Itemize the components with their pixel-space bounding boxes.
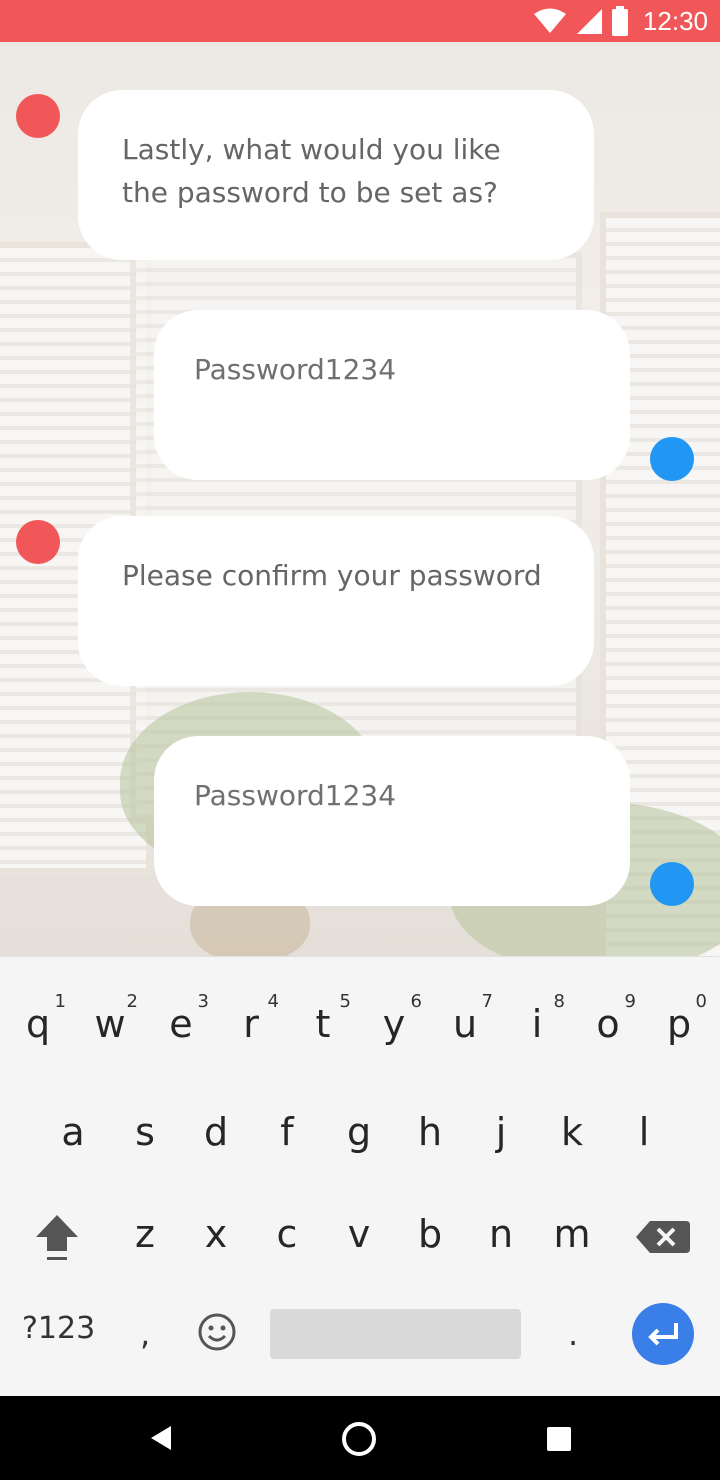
key-n[interactable]: n: [465, 1211, 537, 1301]
key-q[interactable]: 1q: [2, 957, 74, 1047]
shift-key[interactable]: [22, 1205, 92, 1275]
status-bar: 12:30: [0, 0, 720, 42]
emoji-icon: [198, 1313, 236, 1351]
emoji-key[interactable]: [196, 1311, 238, 1353]
key-g[interactable]: g: [323, 1109, 395, 1199]
key-i[interactable]: 8i: [501, 957, 573, 1047]
user-message: Password1234: [154, 310, 630, 480]
space-key[interactable]: [270, 1309, 521, 1359]
key-c[interactable]: c: [251, 1211, 323, 1301]
key-f[interactable]: f: [251, 1109, 323, 1199]
key-o[interactable]: 9o: [572, 957, 644, 1047]
key-j[interactable]: j: [465, 1109, 537, 1199]
bot-message: Please confirm your password: [78, 516, 594, 686]
enter-icon: [648, 1323, 678, 1346]
key-h[interactable]: h: [394, 1109, 466, 1199]
user-avatar-dot: [650, 862, 694, 906]
soft-keyboard: 1q 2w 3e 4r 5t 6y 7u 8i 9o 0p a s d f g …: [0, 956, 720, 1397]
key-r[interactable]: 4r: [215, 957, 287, 1047]
period-key[interactable]: .: [568, 1315, 578, 1353]
symbols-key[interactable]: ?123: [22, 1311, 95, 1346]
key-l[interactable]: l: [608, 1109, 680, 1199]
user-avatar-dot: [650, 437, 694, 481]
key-k[interactable]: k: [536, 1109, 608, 1199]
key-z[interactable]: z: [109, 1211, 181, 1301]
key-p[interactable]: 0p: [643, 957, 715, 1047]
key-a[interactable]: a: [37, 1109, 109, 1199]
user-message: Password1234: [154, 736, 630, 906]
key-w[interactable]: 2w: [74, 957, 146, 1047]
key-y[interactable]: 6y: [358, 957, 430, 1047]
bot-message: Lastly, what would you like the password…: [78, 90, 594, 260]
key-u[interactable]: 7u: [429, 957, 501, 1047]
back-icon[interactable]: [145, 1422, 177, 1454]
comma-key[interactable]: ,: [140, 1315, 150, 1353]
enter-key[interactable]: [632, 1303, 694, 1365]
key-v[interactable]: v: [323, 1211, 395, 1301]
status-icons: 12:30: [533, 0, 708, 42]
key-m[interactable]: m: [536, 1211, 608, 1301]
bot-avatar-dot: [16, 520, 60, 564]
status-time: 12:30: [642, 5, 708, 36]
recents-icon[interactable]: [546, 1426, 572, 1452]
backspace-key[interactable]: [628, 1207, 698, 1267]
key-t[interactable]: 5t: [287, 957, 359, 1047]
key-x[interactable]: x: [180, 1211, 252, 1301]
key-s[interactable]: s: [109, 1109, 181, 1199]
wifi-icon: [533, 8, 566, 33]
key-d[interactable]: d: [180, 1109, 252, 1199]
navigation-bar: [0, 1396, 720, 1480]
key-b[interactable]: b: [394, 1211, 466, 1301]
home-icon[interactable]: [340, 1420, 378, 1458]
key-e[interactable]: 3e: [145, 957, 217, 1047]
battery-icon: [611, 6, 628, 36]
chat-area[interactable]: Lastly, what would you like the password…: [0, 42, 720, 956]
shift-icon: [36, 1215, 78, 1260]
backspace-icon: [636, 1221, 690, 1253]
cell-signal-icon: [576, 9, 602, 34]
bot-avatar-dot: [16, 94, 60, 138]
